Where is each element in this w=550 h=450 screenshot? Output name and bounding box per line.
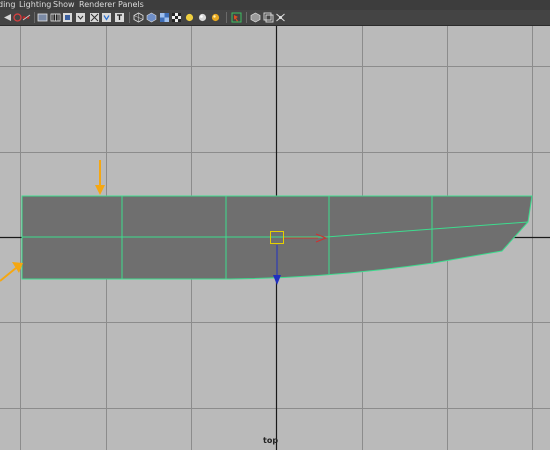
- field-chart-icon: [76, 13, 85, 22]
- resolution-gate-icon: [63, 13, 72, 22]
- maya-window: ding Lighting Show Renderer Panels top: [0, 0, 550, 450]
- safe-action-button[interactable]: [89, 12, 100, 23]
- text-button[interactable]: [114, 12, 125, 23]
- toolbar-separator: [226, 12, 227, 23]
- toolbar-separator: [129, 12, 130, 23]
- isolate-select-icon: [231, 12, 242, 23]
- smooth-shade-icon: [146, 12, 157, 23]
- panel-menu-bar: ding Lighting Show Renderer Panels: [0, 0, 550, 10]
- field-chart-button[interactable]: [75, 12, 86, 23]
- safe-title-icon: [102, 13, 111, 22]
- all-lights-icon: [185, 13, 194, 22]
- film-gate-button[interactable]: [50, 12, 61, 23]
- film-gate-icon: [50, 13, 61, 22]
- menu-panels[interactable]: Panels: [118, 0, 144, 10]
- textured-button[interactable]: [159, 12, 170, 23]
- smooth-wireframe-icon: [133, 12, 144, 23]
- xray-icon: [250, 12, 261, 23]
- smooth-shade-button[interactable]: [146, 12, 157, 23]
- arrow-diagonal-icon: [12, 262, 23, 273]
- default-light-icon: [172, 13, 181, 22]
- resolution-gate-button[interactable]: [62, 12, 73, 23]
- xray-joints-icon: [263, 12, 274, 23]
- bookmark-button[interactable]: [21, 12, 32, 23]
- text-t-icon: [115, 13, 124, 22]
- light-bulb-icon: [211, 13, 220, 22]
- arrow-down-icon: [95, 185, 105, 195]
- default-light-button[interactable]: [171, 12, 182, 23]
- shadows-icon: [198, 13, 207, 22]
- menu-renderer[interactable]: Renderer: [79, 0, 116, 10]
- smooth-wireframe-button[interactable]: [133, 12, 144, 23]
- camera-name-label: top: [263, 436, 279, 445]
- gizmo-y-arrow-icon[interactable]: [273, 275, 281, 285]
- wireframe-icon: [37, 13, 48, 22]
- lighting-button[interactable]: [210, 12, 221, 23]
- menu-shading[interactable]: ding: [0, 0, 15, 10]
- isolate-select-button[interactable]: [231, 12, 242, 23]
- xray-components-button[interactable]: [275, 12, 286, 23]
- shadows-button[interactable]: [197, 12, 208, 23]
- textured-icon: [160, 13, 169, 22]
- xray-joints-button[interactable]: [263, 12, 274, 23]
- xray-components-icon: [276, 13, 285, 22]
- safe-title-button[interactable]: [101, 12, 112, 23]
- xray-button[interactable]: [250, 12, 261, 23]
- panel-toolbar: [0, 10, 550, 26]
- viewport-canvas[interactable]: [0, 26, 550, 450]
- safe-action-icon: [90, 13, 99, 22]
- menu-lighting[interactable]: Lighting: [19, 0, 51, 10]
- wireframe-button[interactable]: [37, 12, 48, 23]
- bookmark-icon: [22, 14, 31, 21]
- toolbar-separator: [34, 12, 35, 23]
- all-lights-button[interactable]: [184, 12, 195, 23]
- menu-show[interactable]: Show: [53, 0, 75, 10]
- arrow-shaft: [0, 267, 17, 282]
- toolbar-separator: [246, 12, 247, 23]
- top-viewport[interactable]: [0, 26, 550, 450]
